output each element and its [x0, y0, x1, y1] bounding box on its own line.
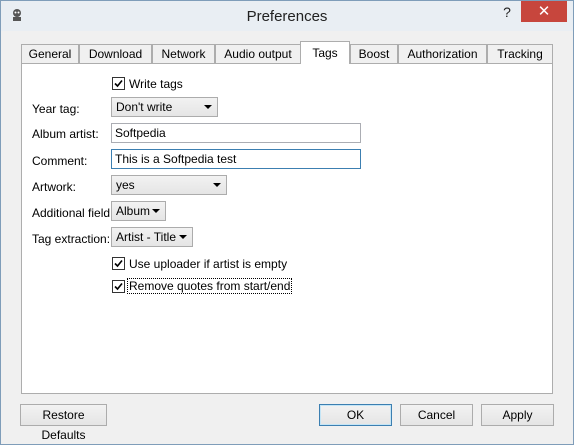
comment-field[interactable]: This is a Softpedia test: [111, 149, 361, 169]
artwork-value: yes: [116, 178, 135, 192]
tag-extraction-label: Tag extraction:: [32, 232, 111, 246]
write-tags-label[interactable]: Write tags: [129, 77, 183, 91]
tab-boost[interactable]: Boost: [350, 44, 398, 63]
preferences-window: Preferences ? ✕ General Download Network…: [0, 0, 574, 445]
tab-general[interactable]: General: [21, 44, 79, 63]
cancel-button[interactable]: Cancel: [400, 404, 473, 426]
chevron-down-icon: [213, 183, 221, 187]
remove-quotes-checkbox[interactable]: [112, 280, 125, 293]
restore-defaults-button[interactable]: Restore Defaults: [20, 404, 107, 442]
comment-label: Comment:: [32, 154, 88, 168]
chevron-down-icon: [204, 105, 212, 109]
chevron-down-icon: [179, 235, 187, 239]
additional-field-select[interactable]: Album: [111, 201, 166, 221]
tag-extraction-select[interactable]: Artist - Title: [111, 227, 193, 247]
tab-tags[interactable]: Tags: [300, 41, 350, 64]
write-tags-checkbox[interactable]: [112, 77, 125, 90]
artwork-label: Artwork:: [32, 180, 77, 194]
remove-quotes-label[interactable]: Remove quotes from start/end: [126, 278, 293, 294]
close-button[interactable]: ✕: [521, 1, 567, 22]
additional-field-value: Album: [116, 204, 151, 218]
apply-button[interactable]: Apply: [481, 404, 554, 426]
album-artist-label: Album artist:: [32, 127, 99, 141]
ok-button[interactable]: OK: [319, 404, 392, 426]
artwork-select[interactable]: yes: [111, 175, 227, 195]
album-artist-field[interactable]: Softpedia: [111, 123, 361, 143]
tab-network[interactable]: Network: [152, 44, 215, 63]
tab-download[interactable]: Download: [79, 44, 152, 63]
tab-authorization[interactable]: Authorization: [398, 44, 487, 63]
title-bar[interactable]: Preferences ? ✕: [1, 1, 573, 31]
tab-audio-output[interactable]: Audio output: [215, 44, 301, 63]
year-tag-label: Year tag:: [32, 102, 80, 116]
tags-panel: Write tags Year tag: Don't write Album a…: [21, 63, 553, 394]
tab-tracking[interactable]: Tracking: [487, 44, 553, 63]
use-uploader-checkbox[interactable]: [112, 257, 125, 270]
year-tag-value: Don't write: [116, 100, 173, 114]
help-button[interactable]: ?: [494, 2, 520, 22]
use-uploader-label[interactable]: Use uploader if artist is empty: [129, 257, 287, 271]
chevron-down-icon: [152, 209, 160, 213]
window-title: Preferences: [246, 8, 328, 25]
tag-extraction-value: Artist - Title: [116, 230, 177, 244]
additional-field-label: Additional field:: [32, 206, 114, 220]
year-tag-select[interactable]: Don't write: [111, 97, 218, 117]
